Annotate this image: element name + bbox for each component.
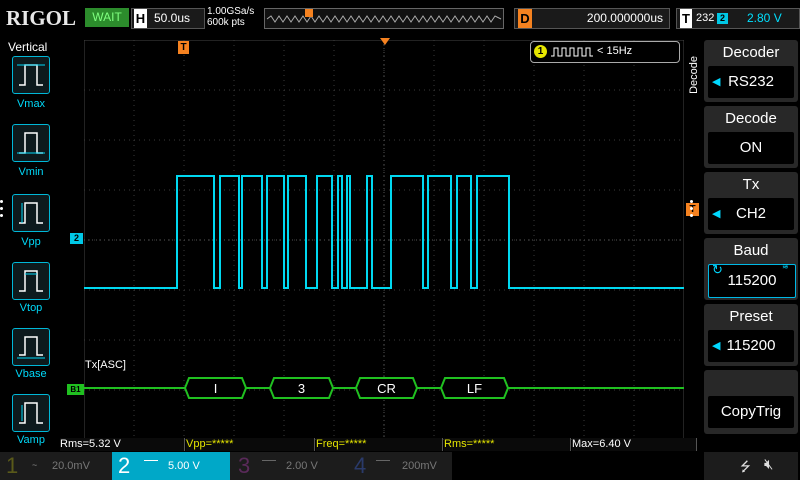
vbase-icon	[12, 328, 50, 366]
menu-baud[interactable]: Baud 115200 ↻ ≋	[704, 238, 798, 300]
trigger-key: T	[680, 9, 692, 28]
center-delay-marker	[380, 38, 390, 45]
freq-value: < 15Hz	[597, 45, 633, 57]
vbase-label: Vbase	[15, 368, 47, 380]
menu-preset[interactable]: Preset 115200 ◀	[704, 304, 798, 366]
waveform-grid[interactable]: I 3 CR LF	[84, 40, 684, 440]
left-arrow-icon: ◀	[712, 208, 721, 220]
trigger-box[interactable]: T 232 2 2.80 V	[676, 8, 800, 29]
panel-title: Vertical	[8, 40, 48, 54]
top-status-bar: RIGOL WAIT H 50.0us 1.00GSa/s 600k pts D…	[0, 0, 800, 36]
channel3-number: 3	[238, 453, 251, 478]
measure-vpp[interactable]: Vpp=*****	[186, 438, 315, 451]
measure-max[interactable]: Max=6.40 V	[572, 438, 697, 451]
decoded-byte-label: I	[214, 381, 218, 396]
trigger-channel: 2	[717, 13, 728, 24]
wifi-indicator-icon: ≋	[782, 262, 789, 271]
channel4-number: 4	[354, 453, 367, 478]
menu-copytrig[interactable]: CopyTrig	[704, 370, 798, 434]
memory-overview	[264, 8, 504, 29]
channel2-offset-marker[interactable]: 2	[70, 233, 83, 244]
channel2-scale: 5.00 V	[168, 460, 200, 472]
menu-decode[interactable]: Decode ON	[704, 106, 798, 168]
menu-decoder-title: Decoder	[722, 44, 780, 61]
vtop-icon	[12, 262, 50, 300]
run-status-badge[interactable]: WAIT	[85, 8, 129, 27]
menu-decoder[interactable]: Decoder RS232 ◀	[704, 40, 798, 102]
left-page-dots-icon	[0, 200, 5, 217]
trigger-type: 232	[696, 12, 715, 24]
speaker-mute-icon: 🔇︎	[764, 456, 774, 473]
vmax-icon	[12, 56, 50, 94]
delay-key: D	[518, 9, 532, 28]
coupling-dc-icon	[376, 460, 390, 471]
menu-decoder-value: RS232	[708, 66, 794, 98]
channel3-tab[interactable]: 3 2.00 V	[230, 452, 342, 480]
memory-trigger-marker	[305, 9, 313, 17]
measure-rms[interactable]: Rms=*****	[444, 438, 571, 451]
decoded-byte-label: CR	[377, 381, 396, 396]
left-arrow-icon: ◀	[712, 76, 721, 88]
vamp-icon	[12, 394, 50, 432]
decoded-byte-label: 3	[298, 381, 305, 396]
channel4-tab[interactable]: 4 200mV	[342, 452, 452, 480]
bus-offset-marker[interactable]: B1	[67, 384, 84, 395]
vmax-label: Vmax	[16, 98, 46, 110]
sample-rate: 1.00GSa/s	[207, 6, 255, 17]
trigger-level: 2.80 V	[747, 11, 782, 25]
vtop-label: Vtop	[19, 302, 43, 314]
vmin-label: Vmin	[18, 166, 44, 178]
brand-logo: RIGOL	[6, 6, 77, 30]
menu-decode-title: Decode	[725, 110, 777, 127]
channel3-scale: 2.00 V	[286, 460, 318, 472]
channel1-scale: 20.0mV	[52, 460, 90, 472]
freq-channel-number: 1	[534, 45, 547, 58]
menu-tx[interactable]: Tx CH2 ◀	[704, 172, 798, 234]
delay-box[interactable]: D 200.000000us	[514, 8, 670, 29]
usb-icon: ⭍	[740, 459, 751, 474]
horizontal-key: H	[134, 9, 147, 28]
channel4-scale: 200mV	[402, 460, 437, 472]
trigger-position-marker[interactable]: T	[178, 41, 189, 54]
menu-baud-title: Baud	[733, 242, 769, 259]
horizontal-scale-value: 50.0us	[154, 11, 191, 25]
menu-preset-title: Preset	[729, 308, 773, 325]
knob-rotate-icon: ↻	[712, 262, 723, 277]
menu-tx-value: CH2	[708, 198, 794, 230]
memory-overview-waveform	[266, 9, 502, 23]
coupling-ac-icon: ~	[32, 460, 38, 470]
left-arrow-icon: ◀	[712, 340, 721, 352]
vmin-icon	[12, 124, 50, 162]
menu-side-label: Decode	[688, 56, 700, 94]
right-page-dots-icon	[690, 200, 694, 217]
channel1-number: 1	[6, 453, 19, 478]
decoded-byte-label: LF	[467, 381, 482, 396]
channel2-tab[interactable]: 2 5.00 V	[112, 452, 230, 480]
measure-rms-ch2[interactable]: Rms=5.32 V	[60, 438, 185, 451]
vamp-label: Vamp	[17, 434, 45, 446]
measure-freq[interactable]: Freq=*****	[316, 438, 443, 451]
delay-value: 200.000000us	[586, 11, 663, 25]
frequency-counter-badge[interactable]: 1 < 15Hz	[530, 41, 680, 63]
status-icons: ⭍ 🔇︎	[704, 452, 798, 480]
horizontal-scale-box[interactable]: H 50.0us	[131, 8, 205, 29]
pulse-icon	[551, 47, 593, 57]
memory-depth: 600k pts	[207, 17, 245, 28]
menu-decode-value: ON	[708, 132, 794, 164]
channel1-tab[interactable]: 1 ~ 20.0mV	[0, 452, 112, 480]
coupling-dc-icon	[144, 460, 158, 471]
coupling-dc-icon	[262, 460, 276, 471]
decode-label: Tx[ASC]	[85, 359, 126, 371]
menu-copytrig-value: CopyTrig	[708, 396, 794, 428]
vpp-icon	[12, 194, 50, 232]
vpp-label: Vpp	[21, 236, 41, 248]
acquisition-info: 1.00GSa/s 600k pts	[207, 6, 254, 28]
menu-preset-value: 115200	[708, 330, 794, 362]
menu-tx-title: Tx	[742, 176, 760, 193]
channel2-number: 2	[118, 453, 131, 478]
